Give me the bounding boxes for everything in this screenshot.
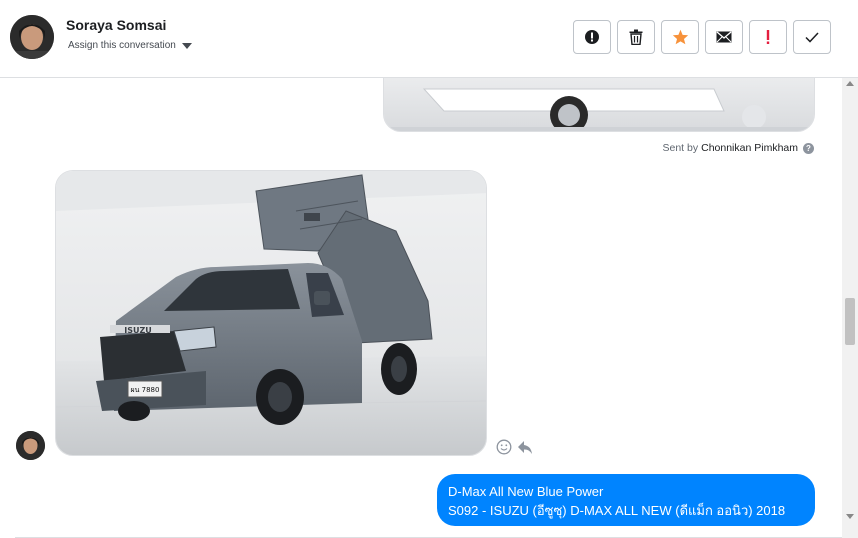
plate-text: ผน 7880: [131, 386, 160, 394]
trash-icon: [629, 29, 643, 45]
message-tools: [496, 439, 533, 460]
reply-icon[interactable]: [517, 440, 533, 460]
sender-name[interactable]: Chonnikan Pimkham: [701, 142, 798, 154]
star-icon: [672, 29, 688, 45]
outgoing-message-line-2: S092 - ISUZU (อีซูซุ) D-MAX ALL NEW (ดีแ…: [448, 503, 786, 518]
svg-text:ISUZU: ISUZU: [124, 326, 152, 335]
assign-label: Assign this conversation: [68, 40, 176, 51]
follow-up-button[interactable]: [749, 20, 787, 54]
outgoing-message-bubble[interactable]: D-Max All New Blue Power S092 - ISUZU (อ…: [437, 474, 815, 526]
outgoing-message-line-1: D-Max All New Blue Power: [448, 484, 604, 499]
alert-circle-icon: [585, 30, 599, 44]
truck-photo: ISUZU ผน 7880: [56, 171, 486, 455]
contact-avatar-small[interactable]: [16, 431, 45, 460]
conversation-actions: [573, 20, 831, 54]
received-image-attachment[interactable]: ISUZU ผน 7880: [55, 170, 487, 456]
sent-by-label: Sent by Chonnikan Pimkham ?: [662, 142, 814, 154]
mark-unread-button[interactable]: [705, 20, 743, 54]
envelope-icon: [716, 31, 732, 43]
exclamation-icon: [766, 30, 770, 44]
mark-done-button[interactable]: [793, 20, 831, 54]
truck-photo-top: [384, 78, 814, 131]
sent-image-attachment[interactable]: [383, 78, 815, 132]
star-button[interactable]: [661, 20, 699, 54]
scrollbar[interactable]: [842, 78, 858, 538]
assign-conversation-dropdown[interactable]: Assign this conversation: [68, 40, 192, 51]
emoji-react-icon[interactable]: [496, 439, 512, 460]
scroll-up-icon[interactable]: [846, 81, 854, 86]
message-thread: Sent by Chonnikan Pimkham ? ISUZU ผน 788…: [0, 78, 858, 538]
mark-spam-button[interactable]: [573, 20, 611, 54]
caret-down-icon: [181, 42, 192, 49]
scrollbar-thumb[interactable]: [845, 298, 855, 345]
delete-button[interactable]: [617, 20, 655, 54]
check-icon: [805, 31, 819, 43]
help-icon[interactable]: ?: [803, 142, 814, 154]
scroll-down-icon[interactable]: [846, 514, 854, 519]
sent-by-prefix: Sent by: [662, 142, 699, 154]
conversation-header: Soraya Somsai Assign this conversation: [0, 0, 858, 78]
contact-avatar[interactable]: [10, 15, 54, 59]
contact-name[interactable]: Soraya Somsai: [66, 17, 166, 33]
